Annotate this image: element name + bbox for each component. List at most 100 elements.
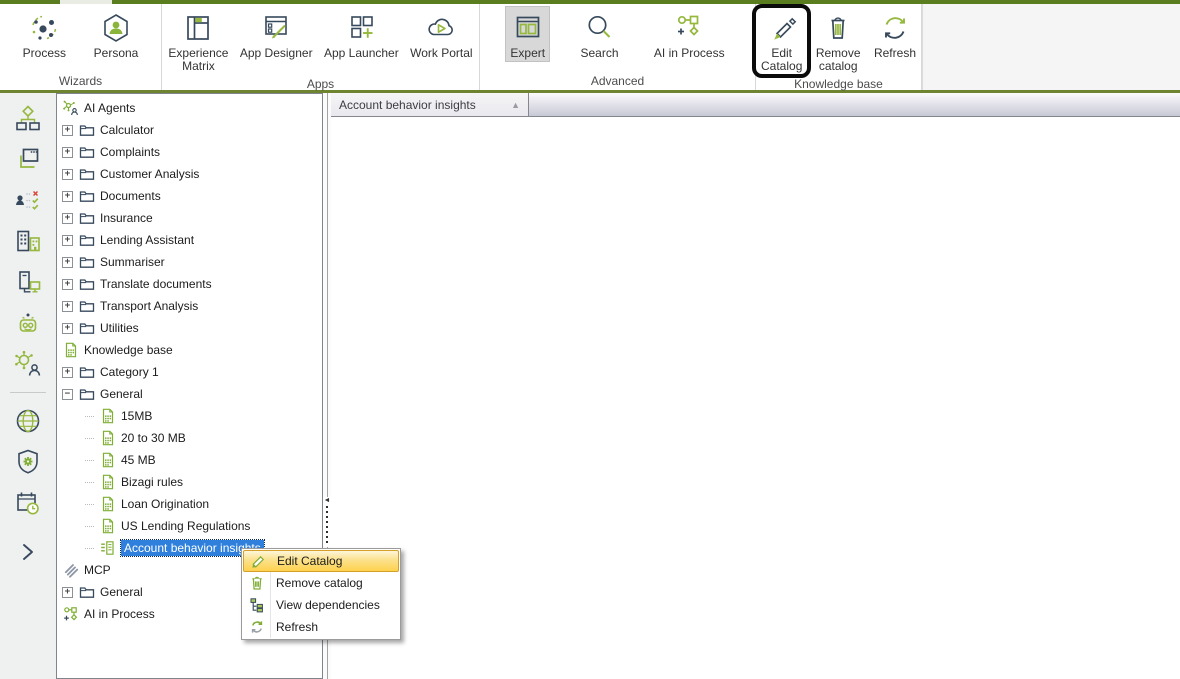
ribbon-button-app-designer[interactable]: App Designer (235, 6, 318, 62)
expand-icon[interactable]: + (62, 323, 73, 334)
folder-icon (78, 188, 95, 204)
search-icon (582, 11, 616, 45)
ribbon-button-persona[interactable]: Persona (89, 6, 144, 62)
tree-connector (85, 416, 94, 417)
sidebar-item-organization[interactable] (12, 226, 44, 256)
tree-item-bizagi-rules[interactable]: Bizagi rules (59, 471, 322, 493)
tree-item-label: Customer Analysis (100, 167, 199, 181)
tree-item-lending-assistant[interactable]: +Lending Assistant (59, 229, 322, 251)
sidebar-item-user-checklist[interactable] (12, 185, 44, 215)
sidebar-item-ai-robot[interactable] (12, 308, 44, 338)
tree-item-15mb[interactable]: 15MB (59, 405, 322, 427)
tree-item-ai-agents[interactable]: AI Agents (59, 97, 322, 119)
ribbon-button-edit-catalog[interactable]: Edit Catalog (756, 6, 807, 76)
context-menu-item-refresh[interactable]: Refresh (243, 616, 399, 638)
tree-item-label: AI Agents (84, 101, 135, 115)
tree-item-label: Summariser (100, 255, 165, 269)
expand-icon[interactable]: + (62, 367, 73, 378)
ribbon-button-experience-matrix[interactable]: Experience Matrix (163, 6, 233, 76)
expand-icon[interactable]: + (62, 169, 73, 180)
tree-connector (85, 482, 94, 483)
splitter-collapse-handle[interactable]: ◄ (323, 497, 331, 547)
tree-item-transport-analysis[interactable]: +Transport Analysis (59, 295, 322, 317)
sidebar-item-scheduler[interactable] (12, 488, 44, 518)
tree-item-category-1[interactable]: +Category 1 (59, 361, 322, 383)
expand-icon[interactable]: + (62, 147, 73, 158)
sidebar-item-devices[interactable] (12, 267, 44, 297)
app-designer-icon (259, 11, 293, 45)
sidebar-item-security-shield[interactable] (12, 447, 44, 477)
expand-icon[interactable]: + (62, 191, 73, 202)
ai-robot-icon (13, 308, 43, 338)
expand-icon[interactable]: + (62, 125, 73, 136)
tree-item-utilities[interactable]: +Utilities (59, 317, 322, 339)
globe-icon (13, 406, 43, 436)
tree-item-knowledge-base[interactable]: Knowledge base (59, 339, 322, 361)
tree-item-label: MCP (84, 563, 111, 577)
ribbon-group-knowledge-base: Edit CatalogRemove catalogRefreshKnowled… (756, 4, 922, 90)
expand-icon[interactable]: + (62, 279, 73, 290)
tree-item-insurance[interactable]: +Insurance (59, 207, 322, 229)
expand-icon[interactable]: + (62, 257, 73, 268)
tree-item-label: Knowledge base (84, 343, 173, 357)
expand-icon[interactable]: + (62, 587, 73, 598)
collapse-icon[interactable]: − (62, 389, 73, 400)
folder-icon (78, 210, 95, 226)
sidebar-item-forms[interactable] (12, 144, 44, 174)
tree-item-calculator[interactable]: +Calculator (59, 119, 322, 141)
refresh-icon (878, 11, 912, 45)
context-menu-item-edit-catalog[interactable]: Edit Catalog (243, 550, 399, 572)
collapse-left-icon[interactable]: ◄ (324, 497, 331, 504)
collapse-up-icon[interactable]: ▲ (511, 100, 520, 110)
forms-icon (13, 144, 43, 174)
hierarchy-icon (13, 103, 43, 133)
ribbon-button-work-portal[interactable]: Work Portal (405, 6, 477, 62)
expand-icon[interactable]: + (62, 213, 73, 224)
tree-item-label: Complaints (100, 145, 160, 159)
context-menu-item-remove-catalog[interactable]: Remove catalog (243, 572, 399, 594)
tree-item-loan-origination[interactable]: Loan Origination (59, 493, 322, 515)
ribbon-button-label: Remove catalog (812, 47, 864, 74)
tree-item-45-mb[interactable]: 45 MB (59, 449, 322, 471)
menu-pencil-icon (250, 553, 266, 569)
tree-connector (85, 548, 94, 549)
sidebar-item-stakeholders[interactable] (12, 349, 44, 379)
expand-icon[interactable]: + (62, 301, 73, 312)
tab-label: Account behavior insights (339, 98, 476, 112)
sidebar-item-chevron-right[interactable] (12, 537, 44, 567)
tree-item-summariser[interactable]: + Summariser (59, 251, 322, 273)
tree-item-documents[interactable]: +Documents (59, 185, 322, 207)
tree-item-complaints[interactable]: + Complaints (59, 141, 322, 163)
ribbon-button-ai-in-process[interactable]: AI in Process (649, 6, 730, 62)
expert-icon (511, 11, 545, 45)
tree-item-translate-documents[interactable]: +Translate documents (59, 273, 322, 295)
context-menu-item-label: Edit Catalog (271, 554, 342, 568)
tree-item-label: AI in Process (84, 607, 155, 621)
ribbon-button-refresh[interactable]: Refresh (869, 6, 921, 62)
sidebar-item-hierarchy[interactable] (12, 103, 44, 133)
ribbon-button-process[interactable]: Process (18, 6, 71, 62)
ribbon-button-label: App Launcher (324, 47, 399, 60)
tree-item-label: 20 to 30 MB (121, 431, 186, 445)
tree-item-us-lending-regulations[interactable]: US Lending Regulations (59, 515, 322, 537)
menu-icon-cell (243, 619, 270, 635)
sidebar-item-globe[interactable] (12, 406, 44, 436)
doc-icon (99, 430, 116, 446)
left-toolbar (0, 93, 56, 679)
ribbon-button-remove-catalog[interactable]: Remove catalog (807, 6, 869, 76)
context-menu-item-view-dependencies[interactable]: View dependencies (243, 594, 399, 616)
folder-icon (78, 144, 95, 160)
tree-item-20-to-30-mb[interactable]: 20 to 30 MB (59, 427, 322, 449)
ribbon-button-search[interactable]: Search (575, 6, 623, 62)
expand-icon[interactable]: + (62, 235, 73, 246)
ai-agents-icon (62, 100, 79, 116)
ribbon-button-app-launcher[interactable]: App Launcher (319, 6, 404, 62)
tree-item-label: General (100, 387, 143, 401)
tree-item-customer-analysis[interactable]: + Customer Analysis (59, 163, 322, 185)
tree-item-label: 45 MB (121, 453, 156, 467)
catalog-icon (99, 540, 116, 556)
tab-account-behavior-insights[interactable]: Account behavior insights ▲ (331, 93, 529, 116)
edit-catalog-icon (765, 11, 799, 45)
tree-item-general[interactable]: − General (59, 383, 322, 405)
ribbon-button-expert[interactable]: Expert (505, 6, 550, 62)
